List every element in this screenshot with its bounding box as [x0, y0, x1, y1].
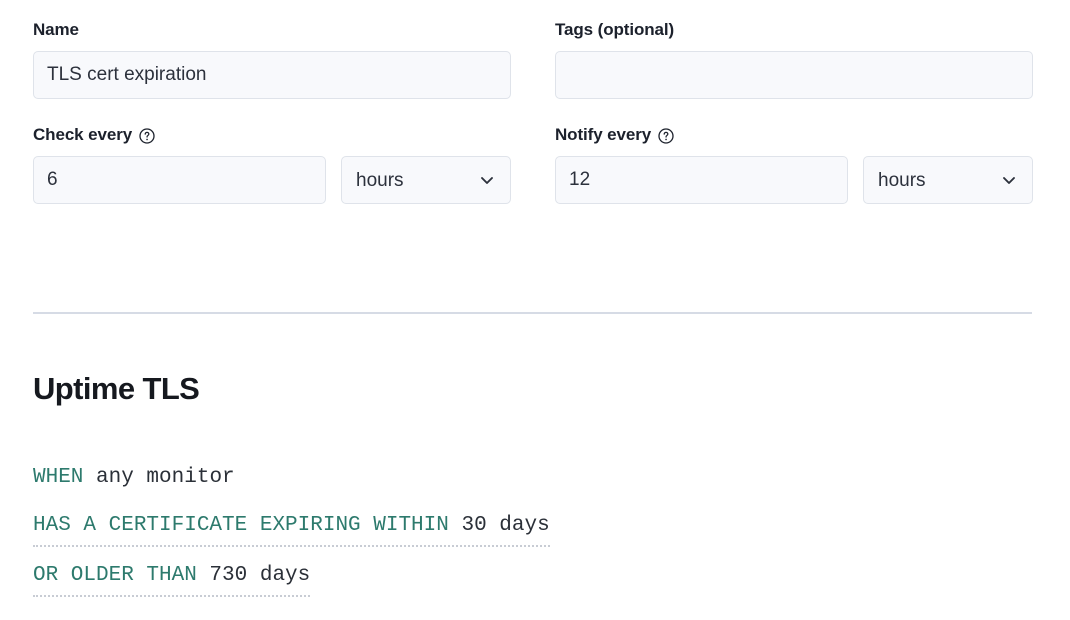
- question-mark-circle-icon[interactable]: [139, 128, 155, 144]
- query-keyword: WHEN: [33, 466, 83, 489]
- alert-rule-form-page: Name Tags (optional) Check every: [0, 0, 1070, 620]
- name-input[interactable]: [33, 51, 511, 99]
- name-label: Name: [33, 20, 79, 40]
- check-every-unit-select[interactable]: hours: [341, 156, 511, 204]
- tags-label: Tags (optional): [555, 20, 674, 40]
- check-every-label: Check every: [33, 125, 132, 145]
- field-name: Name: [33, 20, 511, 99]
- page-title: Uptime TLS: [33, 370, 199, 408]
- query-line-1[interactable]: WHEN any monitor: [33, 466, 235, 497]
- query-keyword: HAS A CERTIFICATE EXPIRING WITHIN: [33, 514, 449, 537]
- field-tags: Tags (optional): [555, 20, 1033, 99]
- notify-every-value-input[interactable]: [555, 156, 848, 204]
- check-every-label-wrap: Check every: [33, 125, 511, 145]
- notify-every-label-wrap: Notify every: [555, 125, 1033, 145]
- notify-every-controls: hours: [555, 156, 1033, 204]
- chevron-down-icon: [1000, 171, 1018, 189]
- section-divider: [33, 312, 1032, 314]
- check-every-value-input[interactable]: [33, 156, 326, 204]
- field-check-every: Check every hours: [33, 125, 511, 204]
- query-value[interactable]: 730 days: [197, 564, 310, 587]
- notify-every-label: Notify every: [555, 125, 651, 145]
- query-keyword: OR OLDER THAN: [33, 564, 197, 587]
- chevron-down-icon: [478, 171, 496, 189]
- query-line-2[interactable]: HAS A CERTIFICATE EXPIRING WITHIN 30 day…: [33, 514, 550, 547]
- tags-label-wrap: Tags (optional): [555, 20, 1033, 40]
- query-line-3[interactable]: OR OLDER THAN 730 days: [33, 564, 310, 597]
- tags-input[interactable]: [555, 51, 1033, 99]
- query-value[interactable]: any monitor: [83, 466, 234, 489]
- notify-every-unit-value: hours: [878, 171, 926, 190]
- check-every-unit-value: hours: [356, 171, 404, 190]
- notify-every-unit-select[interactable]: hours: [863, 156, 1033, 204]
- question-mark-circle-icon[interactable]: [658, 128, 674, 144]
- form-row-intervals: Check every hours: [33, 125, 1033, 204]
- field-notify-every: Notify every hours: [555, 125, 1033, 204]
- form-fields-area: Name Tags (optional) Check every: [33, 20, 1033, 204]
- query-value[interactable]: 30 days: [449, 514, 550, 537]
- name-label-wrap: Name: [33, 20, 511, 40]
- query-rule-block: WHEN any monitor HAS A CERTIFICATE EXPIRI…: [33, 466, 550, 597]
- form-row-name-tags: Name Tags (optional): [33, 20, 1033, 99]
- check-every-controls: hours: [33, 156, 511, 204]
